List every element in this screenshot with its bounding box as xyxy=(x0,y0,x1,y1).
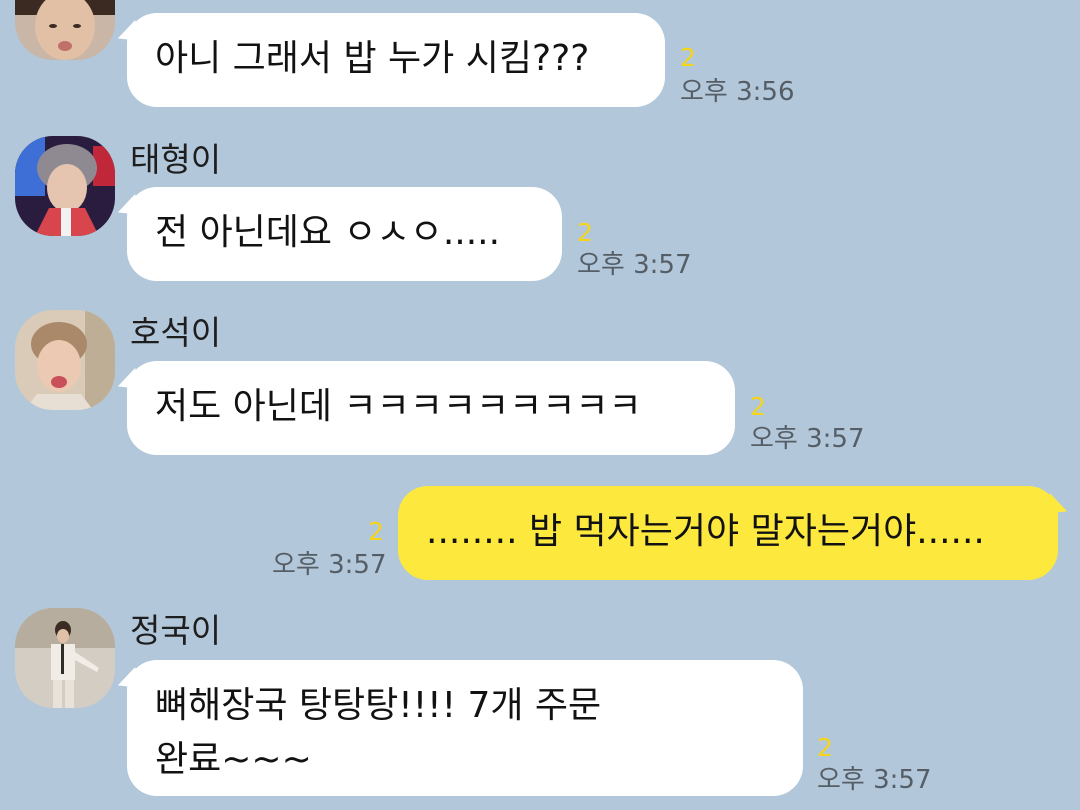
message-bubble-1[interactable]: 아니 그래서 밥 누가 시킴??? xyxy=(127,13,665,107)
unread-count: 2 xyxy=(750,392,766,421)
chat-room[interactable]: 아니 그래서 밥 누가 시킴??? 2 오후 3:56 태형이 전 아닌데요 ㅇ… xyxy=(0,0,1080,810)
message-text: ........ 밥 먹자는거야 말자는거야...... xyxy=(426,511,985,552)
avatar-photo xyxy=(15,136,115,236)
message-bubble-4[interactable]: ........ 밥 먹자는거야 말자는거야...... xyxy=(398,486,1058,580)
profile-avatar-1[interactable] xyxy=(15,0,115,60)
message-time: 오후 3:56 xyxy=(680,77,795,107)
profile-avatar-2[interactable] xyxy=(15,136,115,236)
message-text-line-2: 완료~~~ xyxy=(155,739,312,780)
profile-avatar-3[interactable] xyxy=(15,310,115,410)
message-bubble-5[interactable]: 뼈해장국 탕탕탕!!!! 7개 주문 완료~~~ xyxy=(127,660,803,796)
message-text-line-1: 뼈해장국 탕탕탕!!!! 7개 주문 xyxy=(155,685,602,726)
unread-count: 2 xyxy=(817,733,833,762)
message-time: 오후 3:57 xyxy=(577,250,692,280)
message-time: 오후 3:57 xyxy=(750,424,865,454)
avatar-photo xyxy=(15,0,115,60)
message-text: 전 아닌데요 ㅇㅅㅇ..... xyxy=(155,212,501,253)
message-text: 아니 그래서 밥 누가 시킴??? xyxy=(155,38,590,79)
message-time: 오후 3:57 xyxy=(817,765,932,795)
message-time: 오후 3:57 xyxy=(272,550,387,580)
message-bubble-3[interactable]: 저도 아닌데 ㅋㅋㅋㅋㅋㅋㅋㅋㅋ xyxy=(127,361,735,455)
message-bubble-2[interactable]: 전 아닌데요 ㅇㅅㅇ..... xyxy=(127,187,562,281)
avatar-photo xyxy=(15,310,115,410)
profile-avatar-5[interactable] xyxy=(15,608,115,708)
unread-count: 2 xyxy=(577,218,593,247)
avatar-photo xyxy=(15,608,115,708)
unread-count: 2 xyxy=(368,517,384,546)
sender-name: 태형이 xyxy=(130,140,222,179)
sender-name: 호석이 xyxy=(130,313,222,352)
message-text: 저도 아닌데 ㅋㅋㅋㅋㅋㅋㅋㅋㅋ xyxy=(155,386,642,427)
sender-name: 정국이 xyxy=(130,611,222,650)
unread-count: 2 xyxy=(680,43,696,72)
